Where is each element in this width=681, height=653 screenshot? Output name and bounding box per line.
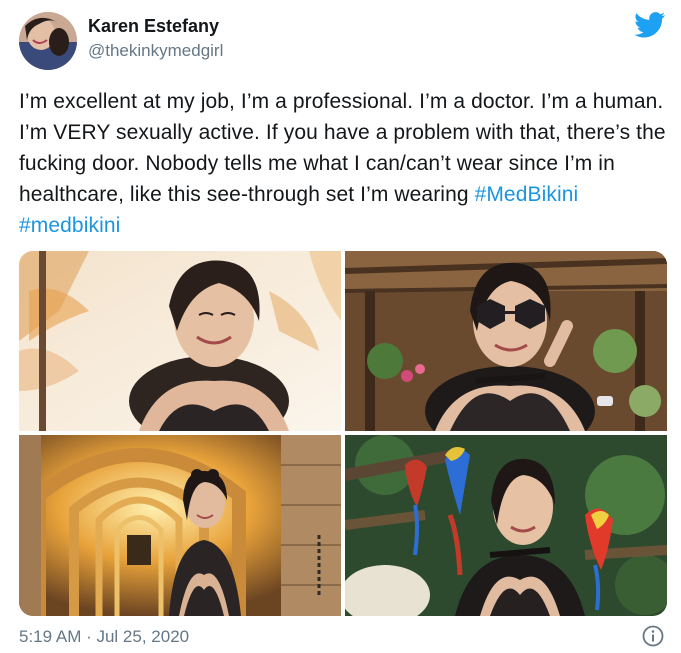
photo-woman-sunglasses-icon (345, 251, 667, 431)
photo-woman-parrots-icon (345, 435, 667, 616)
photo-woman-palms-icon (19, 251, 341, 431)
photo-2[interactable] (345, 251, 667, 431)
photo-3[interactable] (19, 435, 341, 616)
info-icon[interactable] (642, 625, 664, 647)
hashtag-link[interactable]: #MedBikini (475, 183, 579, 206)
media-grid (19, 251, 667, 616)
twitter-bird-icon[interactable] (634, 12, 666, 38)
avatar[interactable] (19, 12, 77, 70)
photo-woman-tunnel-icon (19, 435, 341, 616)
tweet-card: Karen Estefany @thekinkymedgirl I’m exce… (0, 0, 681, 653)
author-name[interactable]: Karen Estefany (88, 16, 219, 37)
tweet-text: I’m excellent at my job, I’m a professio… (19, 86, 669, 241)
author-handle[interactable]: @thekinkymedgirl (88, 41, 223, 61)
photo-4[interactable] (345, 435, 667, 616)
photo-1[interactable] (19, 251, 341, 431)
hashtag-link[interactable]: #medbikini (19, 214, 120, 237)
tweet-timestamp[interactable]: 5:19 AM · Jul 25, 2020 (19, 627, 189, 647)
